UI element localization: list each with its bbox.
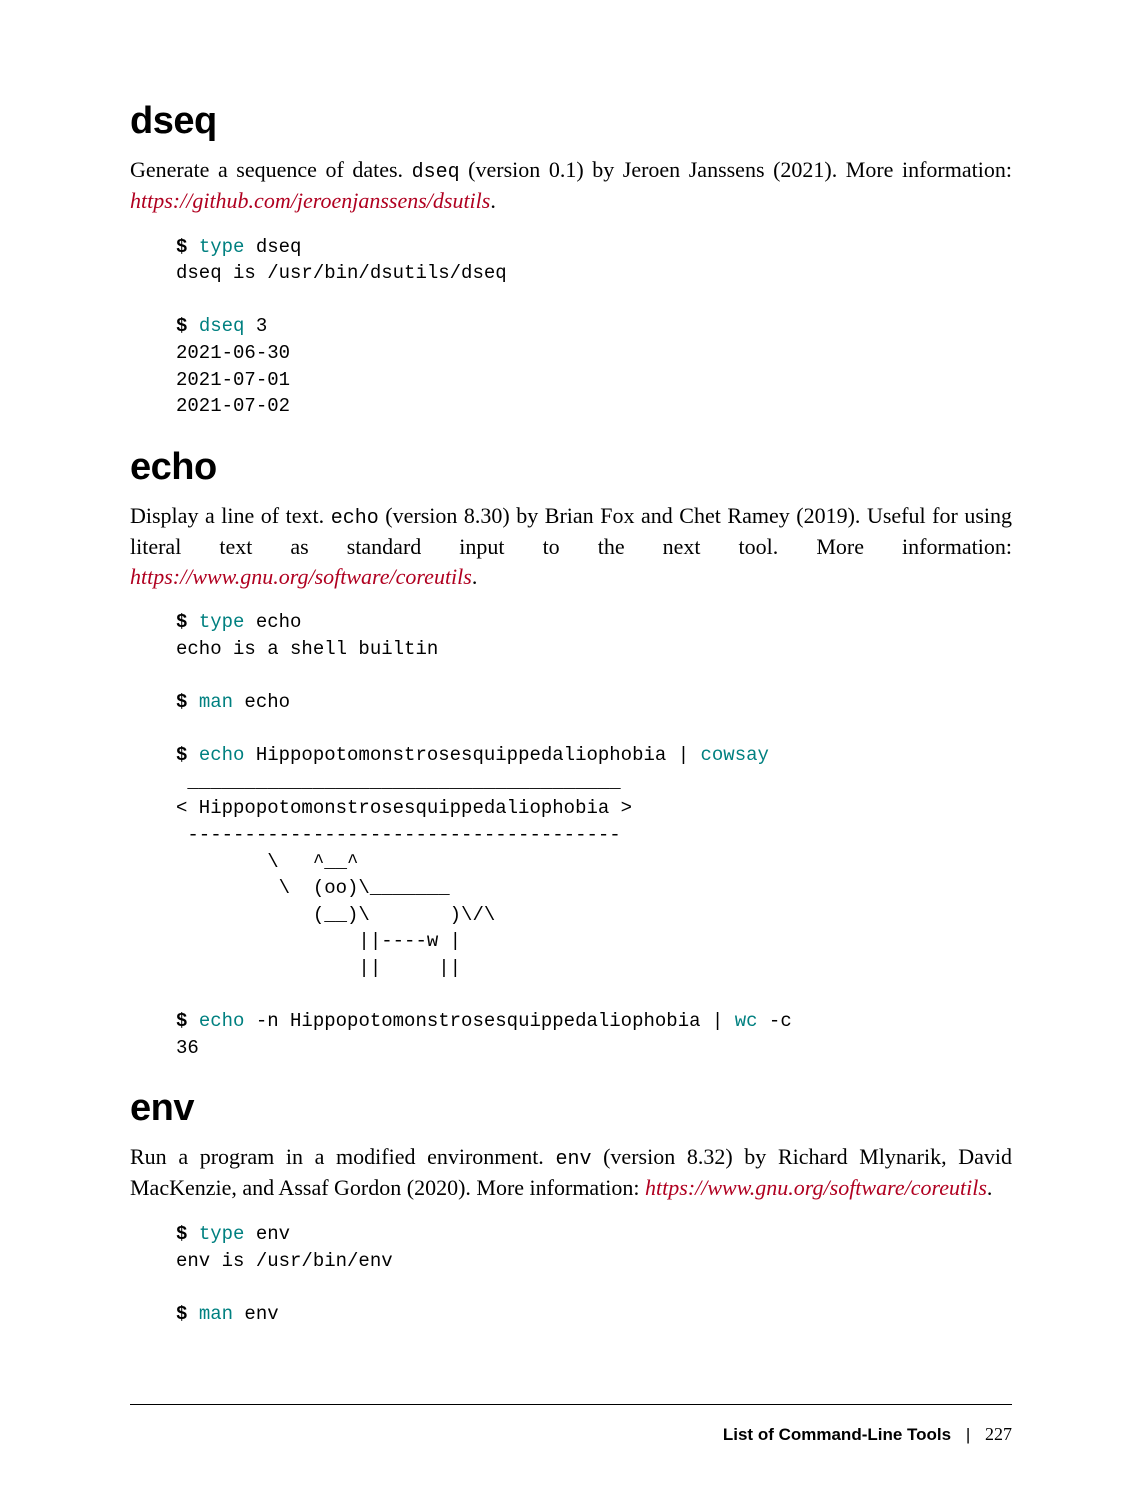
- heading-echo: echo: [130, 446, 1012, 489]
- prompt: $: [176, 1223, 199, 1245]
- prompt: $: [176, 1303, 199, 1325]
- command: type: [199, 611, 245, 633]
- heading-env: env: [130, 1087, 1012, 1130]
- output: echo is a shell builtin: [176, 638, 438, 660]
- desc-text: .: [472, 564, 478, 589]
- command: cowsay: [701, 744, 769, 766]
- footer-title: List of Command-Line Tools: [723, 1425, 951, 1444]
- desc-text: Run a program in a modified environment.: [130, 1144, 555, 1169]
- output: 2021-06-30 2021-07-01 2021-07-02: [176, 342, 290, 417]
- link-coreutils[interactable]: https://www.gnu.org/software/coreutils: [645, 1175, 987, 1200]
- args: env: [233, 1303, 279, 1325]
- heading-dseq: dseq: [130, 100, 1012, 143]
- output: dseq is /usr/bin/dsutils/dseq: [176, 262, 507, 284]
- desc-echo: Display a line of text. echo (version 8.…: [130, 501, 1012, 591]
- code-echo: $ type echo echo is a shell builtin $ ma…: [176, 609, 1012, 1061]
- command: echo: [199, 744, 245, 766]
- page-number: 227: [985, 1424, 1012, 1444]
- args: env: [244, 1223, 290, 1245]
- desc-text: Generate a sequence of dates.: [130, 157, 412, 182]
- desc-text: (version 0.1) by Jeroen Janssens (2021).…: [460, 157, 1012, 182]
- command: wc: [735, 1010, 758, 1032]
- command: type: [199, 236, 245, 258]
- prompt: $: [176, 236, 199, 258]
- output: ______________________________________ <…: [176, 771, 632, 979]
- args: echo: [233, 691, 290, 713]
- output: 36: [176, 1037, 199, 1059]
- page: dseq Generate a sequence of dates. dseq …: [0, 0, 1142, 1500]
- link-coreutils[interactable]: https://www.gnu.org/software/coreutils: [130, 564, 472, 589]
- args: echo: [244, 611, 301, 633]
- prompt: $: [176, 611, 199, 633]
- footer-separator: |: [966, 1425, 970, 1444]
- footer-rule: [130, 1404, 1012, 1405]
- code-env: $ type env env is /usr/bin/env $ man env: [176, 1221, 1012, 1327]
- command: dseq: [199, 315, 245, 337]
- args: dseq: [244, 236, 301, 258]
- args: Hippopotomonstrosesquippedaliophobia |: [244, 744, 700, 766]
- desc-text: .: [490, 188, 496, 213]
- args: 3: [244, 315, 267, 337]
- desc-dseq: Generate a sequence of dates. dseq (vers…: [130, 155, 1012, 216]
- args: -c: [758, 1010, 792, 1032]
- prompt: $: [176, 1010, 199, 1032]
- command: man: [199, 1303, 233, 1325]
- inline-code: env: [555, 1148, 591, 1171]
- command: type: [199, 1223, 245, 1245]
- output: env is /usr/bin/env: [176, 1250, 393, 1272]
- page-footer: List of Command-Line Tools | 227: [723, 1424, 1012, 1445]
- inline-code: dseq: [412, 161, 460, 184]
- prompt: $: [176, 315, 199, 337]
- prompt: $: [176, 691, 199, 713]
- command: man: [199, 691, 233, 713]
- prompt: $: [176, 744, 199, 766]
- desc-env: Run a program in a modified environment.…: [130, 1142, 1012, 1203]
- desc-text: .: [987, 1175, 993, 1200]
- command: echo: [199, 1010, 245, 1032]
- desc-text: Display a line of text.: [130, 503, 331, 528]
- inline-code: echo: [331, 507, 379, 530]
- code-dseq: $ type dseq dseq is /usr/bin/dsutils/dse…: [176, 234, 1012, 420]
- args: -n Hippopotomonstrosesquippedaliophobia …: [244, 1010, 734, 1032]
- link-dsutils[interactable]: https://github.com/jeroenjanssens/dsutil…: [130, 188, 490, 213]
